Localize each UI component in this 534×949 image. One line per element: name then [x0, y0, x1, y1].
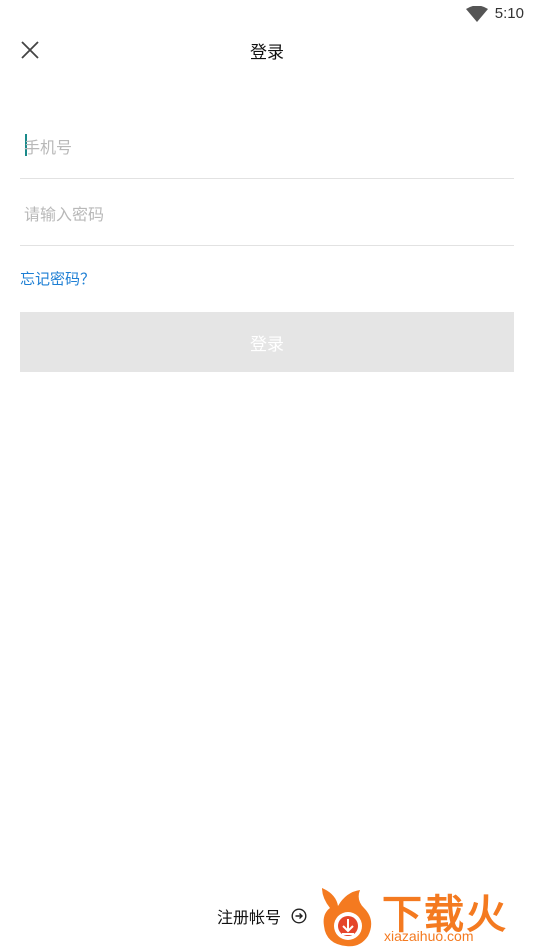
status-bar: 5:10	[0, 0, 534, 30]
login-button[interactable]: 登录	[20, 312, 514, 372]
phone-input[interactable]	[24, 130, 514, 164]
page-title: 登录	[250, 43, 284, 63]
status-time: 5:10	[494, 5, 524, 22]
register-link[interactable]: 注册帐号	[217, 904, 307, 928]
flame-logo-icon	[322, 888, 372, 947]
password-field	[20, 179, 514, 246]
watermark: 下载火 xiazaihuo.com	[314, 878, 534, 949]
phone-field	[20, 112, 514, 179]
header: 登录	[0, 30, 534, 70]
forgot-password-link[interactable]: 忘记密码？	[20, 268, 95, 289]
wifi-icon	[466, 6, 488, 22]
password-input[interactable]	[24, 197, 514, 231]
arrow-right-circle-icon	[291, 908, 307, 924]
watermark-subtext: xiazaihuo.com	[384, 928, 474, 944]
register-label: 注册帐号	[217, 908, 282, 927]
